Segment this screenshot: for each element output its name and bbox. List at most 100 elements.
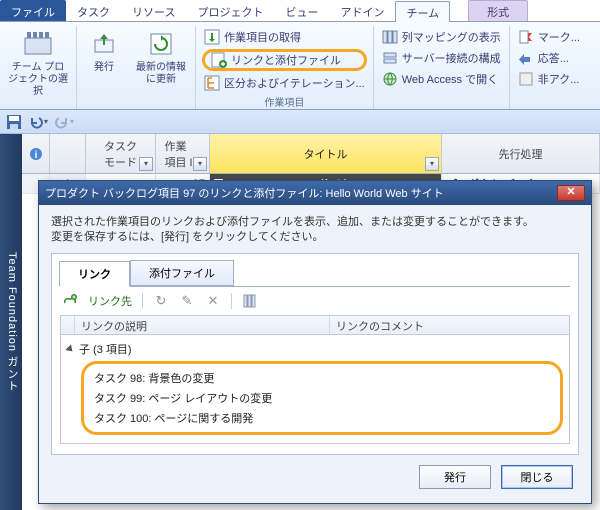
publish-label: 発行 <box>94 62 114 74</box>
publish-button[interactable]: 発行 <box>83 26 125 74</box>
hdr-predecessor[interactable]: 先行処理 <box>442 134 600 173</box>
web-access-button[interactable]: Web Access で開く <box>380 70 503 88</box>
side-tab-gantt[interactable]: Team Foundation ガント <box>0 134 22 510</box>
workitems-col: 作業項目の取得 リンクと添付ファイル 区分およびイテレーション... <box>202 28 367 92</box>
list-hdr-desc[interactable]: リンクの説明 <box>75 316 330 334</box>
get-work-items-button[interactable]: 作業項目の取得 <box>202 28 367 46</box>
list-item[interactable]: タスク 98: 背景色の変更 <box>94 368 550 388</box>
list-item[interactable]: タスク 99: ページ レイアウトの変更 <box>94 388 550 408</box>
edit-tool-icon[interactable]: ✎ <box>179 293 195 309</box>
colmap-label: 列マッピングの表示 <box>402 29 501 45</box>
reply-label: 応答... <box>538 50 569 66</box>
dialog-tabs: リンク 添付ファイル <box>59 260 570 286</box>
list-item[interactable]: タスク 100: ページに関する開発 <box>94 408 550 428</box>
team-project-icon <box>22 28 54 60</box>
link-to-label: リンク先 <box>88 293 132 309</box>
choose-team-project-button[interactable]: チーム プロ ジェクトの選択 <box>6 26 70 98</box>
dialog-titlebar[interactable]: プロダクト バックログ項目 97 のリンクと添付ファイル: Hello Worl… <box>39 181 591 205</box>
server-icon <box>382 50 398 66</box>
undo-icon[interactable]: ▾ <box>28 114 48 130</box>
ribbon: チーム プロ ジェクトの選択 発行 最新の情報 に更新 作業項目の取得 <box>0 22 600 110</box>
areas-label: 区分およびイテレーション... <box>224 75 365 91</box>
mark-icon <box>518 29 534 45</box>
list-hdr-comment[interactable]: リンクのコメント <box>330 316 569 334</box>
group-label: 子 (3 項目) <box>79 344 132 356</box>
title-dropdown-icon[interactable]: ▾ <box>425 157 439 171</box>
links-attachments-button[interactable]: リンクと添付ファイル <box>202 49 367 71</box>
ribbon-group-workitems: 作業項目の取得 リンクと添付ファイル 区分およびイテレーション... 作業項目 <box>196 26 374 109</box>
refresh-label: 最新の情報 に更新 <box>136 62 186 86</box>
more-col: マーク... 応答... 非アク... <box>516 28 582 88</box>
svg-text:i: i <box>34 150 37 161</box>
reply-button[interactable]: 応答... <box>516 49 582 67</box>
hdr-title-label: タイトル <box>304 146 348 162</box>
get-icon <box>204 29 220 45</box>
dialog-buttons: 発行 閉じる <box>51 455 579 493</box>
expand-icon[interactable] <box>65 344 75 354</box>
close-icon[interactable]: ✕ <box>557 185 585 201</box>
save-icon[interactable] <box>6 114 22 130</box>
hdr-indicator[interactable]: i <box>22 134 50 173</box>
dialog-description: 選択された作業項目のリンクおよび添付ファイルを表示、追加、または変更することがで… <box>51 215 579 245</box>
server-config-button[interactable]: サーバー接続の構成 <box>380 49 503 67</box>
list-hdr-expand[interactable] <box>61 316 75 334</box>
server-label: サーバー接続の構成 <box>402 50 501 66</box>
tab-addin[interactable]: アドイン <box>329 0 395 21</box>
delete-tool-icon[interactable]: ✕ <box>205 293 221 309</box>
colmap-icon <box>382 29 398 45</box>
redo-icon[interactable]: ▾ <box>54 114 74 130</box>
inactive-icon <box>518 71 534 87</box>
areas-icon <box>204 75 220 91</box>
hdr-row-id[interactable] <box>50 134 86 173</box>
mark-button[interactable]: マーク... <box>516 28 582 46</box>
links-label: リンクと添付ファイル <box>231 52 341 68</box>
globe-icon <box>382 71 398 87</box>
links-icon <box>211 52 227 68</box>
grid-header: i タスク モード▾ 作業 項目 ID▾ タイトル▾ 先行処理 <box>22 134 600 174</box>
list-header: リンクの説明 リンクのコメント <box>60 315 570 335</box>
dialog-close-button[interactable]: 閉じる <box>501 465 573 489</box>
wid-dropdown-icon[interactable]: ▾ <box>193 157 207 171</box>
hdr-title[interactable]: タイトル ▾ <box>210 134 442 173</box>
workitems-group-label: 作業項目 <box>264 94 304 109</box>
hdr-pred-label: 先行処理 <box>499 146 543 162</box>
tab-project[interactable]: プロジェクト <box>186 0 274 21</box>
ribbon-group-more: マーク... 応答... 非アク... <box>510 26 588 109</box>
ribbon-tabs: ファイル タスク リソース プロジェクト ビュー アドイン チーム 形式 <box>0 0 600 22</box>
config-col: 列マッピングの表示 サーバー接続の構成 Web Access で開く <box>380 28 503 88</box>
get-label: 作業項目の取得 <box>224 29 301 45</box>
tab-file[interactable]: ファイル <box>0 0 66 21</box>
quick-access-toolbar: ▾ ▾ <box>0 110 600 134</box>
dialog-inner: リンク 添付ファイル リンク先 ↻ ✎ ✕ <box>51 253 579 455</box>
refresh-icon <box>145 28 177 60</box>
ribbon-group-choose: チーム プロ ジェクトの選択 <box>0 26 77 109</box>
tab-resource[interactable]: リソース <box>121 0 186 21</box>
columns-tool-icon[interactable] <box>242 293 258 309</box>
main-area: Team Foundation ガント i タスク モード▾ 作業 項目 ID▾… <box>0 134 600 510</box>
publish-icon <box>88 28 120 60</box>
add-link-icon[interactable] <box>62 293 78 309</box>
hdr-workitem-id[interactable]: 作業 項目 ID▾ <box>156 134 210 173</box>
dialog-publish-button[interactable]: 発行 <box>419 465 491 489</box>
tab-view[interactable]: ビュー <box>274 0 329 21</box>
tab-team[interactable]: チーム <box>395 1 450 22</box>
tab-links[interactable]: リンク <box>59 261 130 287</box>
refresh-button[interactable]: 最新の情報 に更新 <box>133 26 189 86</box>
mode-dropdown-icon[interactable]: ▾ <box>139 157 153 171</box>
list-group-row[interactable]: 子 (3 項目) <box>67 339 563 359</box>
dialog-title: プロダクト バックログ項目 97 のリンクと添付ファイル: Hello Worl… <box>45 185 444 201</box>
column-mapping-button[interactable]: 列マッピングの表示 <box>380 28 503 46</box>
ribbon-group-sync: 発行 最新の情報 に更新 <box>77 26 196 109</box>
tab-task[interactable]: タスク <box>66 0 121 21</box>
inactive-button[interactable]: 非アク... <box>516 70 582 88</box>
tab-format[interactable]: 形式 <box>468 0 528 21</box>
link-list: 子 (3 項目) タスク 98: 背景色の変更 タスク 99: ページ レイアウ… <box>60 335 570 444</box>
areas-iterations-button[interactable]: 区分およびイテレーション... <box>202 74 367 92</box>
toolbar-sep <box>142 293 143 309</box>
hdr-mode-label: タスク モード <box>104 138 137 170</box>
hdr-taskmode[interactable]: タスク モード▾ <box>86 134 156 173</box>
tab-attachments[interactable]: 添付ファイル <box>130 260 234 286</box>
dialog-body: 選択された作業項目のリンクおよび添付ファイルを表示、追加、または変更することがで… <box>39 205 591 503</box>
inactive-label: 非アク... <box>538 71 580 87</box>
redo-tool-icon[interactable]: ↻ <box>153 293 169 309</box>
